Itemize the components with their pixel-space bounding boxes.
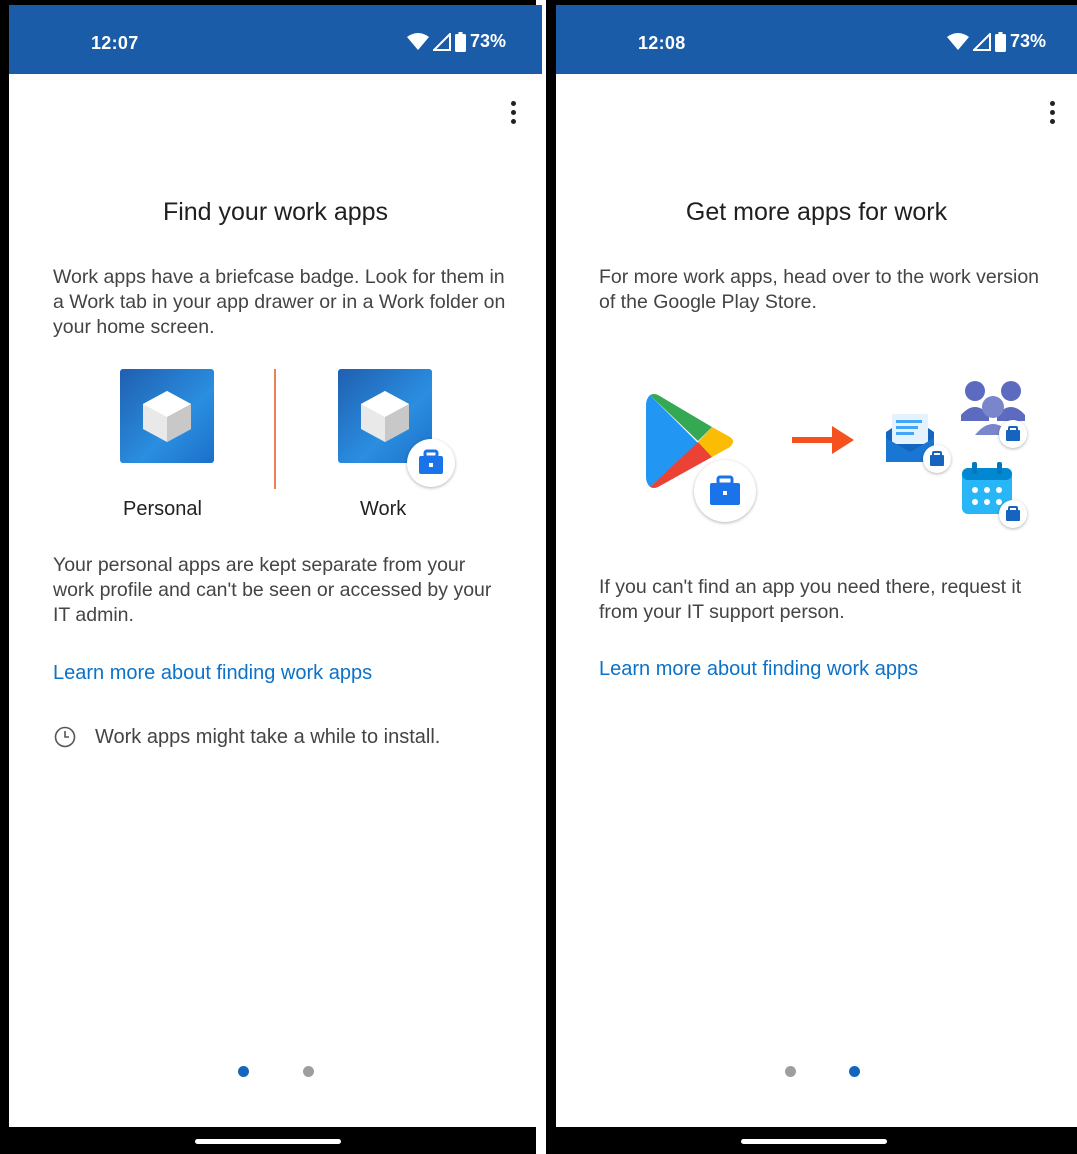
screen-get-more-apps: 12:08 73% Get more apps for work For mor… — [556, 5, 1077, 1127]
gesture-bar[interactable] — [0, 1127, 536, 1154]
intro-text: For more work apps, head over to the wor… — [599, 266, 1040, 313]
page-dot-active[interactable] — [238, 1066, 249, 1077]
install-note: Work apps might take a while to install. — [53, 725, 440, 749]
status-time: 12:08 — [638, 33, 686, 53]
screen-find-work-apps: 12:07 73% Find your work apps Work apps … — [9, 5, 542, 1127]
status-bar: 12:08 73% — [556, 5, 1077, 74]
briefcase-badge-icon — [407, 439, 455, 487]
battery-icon — [454, 31, 466, 52]
divider-line — [274, 369, 276, 489]
gesture-bar[interactable] — [546, 1127, 1077, 1154]
page-title: Find your work apps — [162, 198, 389, 226]
personal-app-icon — [120, 369, 214, 463]
battery-level: 73% — [1009, 31, 1046, 51]
briefcase-badge-icon — [923, 445, 951, 473]
support-text: If you can't find an app you need there,… — [599, 576, 1022, 623]
intro-text: Work apps have a briefcase badge. Look f… — [53, 266, 506, 338]
personal-label: Personal — [123, 498, 202, 520]
page-dot-inactive[interactable] — [785, 1066, 796, 1077]
briefcase-badge-icon — [999, 500, 1027, 528]
status-time: 12:07 — [91, 33, 139, 53]
system-icons: 73% — [406, 31, 506, 52]
page-dot-inactive[interactable] — [303, 1066, 314, 1077]
arrow-right-icon — [792, 426, 854, 454]
status-bar: 12:07 73% — [9, 5, 542, 74]
wifi-icon — [406, 32, 429, 50]
system-icons: 73% — [946, 31, 1046, 52]
overflow-menu-icon[interactable] — [508, 101, 518, 127]
briefcase-badge-icon — [694, 460, 756, 522]
learn-more-link[interactable]: Learn more about finding work apps — [599, 658, 918, 681]
battery-level: 73% — [469, 31, 506, 51]
phone-frame-right: 12:08 73% Get more apps for work For mor… — [546, 0, 1077, 1154]
cellular-signal-icon — [972, 32, 991, 51]
overflow-menu-icon[interactable] — [1047, 101, 1057, 127]
page-dot-active[interactable] — [849, 1066, 860, 1077]
privacy-text: Your personal apps are kept separate fro… — [53, 554, 492, 626]
briefcase-badge-icon — [999, 420, 1027, 448]
phone-frame-left: 12:07 73% Find your work apps Work apps … — [0, 0, 542, 1154]
page-title: Get more apps for work — [685, 198, 948, 226]
battery-icon — [994, 31, 1006, 52]
wifi-icon — [946, 32, 969, 50]
clock-icon — [54, 726, 76, 748]
work-label: Work — [360, 498, 407, 520]
install-note-text: Work apps might take a while to install. — [95, 725, 441, 748]
learn-more-link[interactable]: Learn more about finding work apps — [53, 662, 372, 685]
cellular-signal-icon — [432, 32, 451, 51]
